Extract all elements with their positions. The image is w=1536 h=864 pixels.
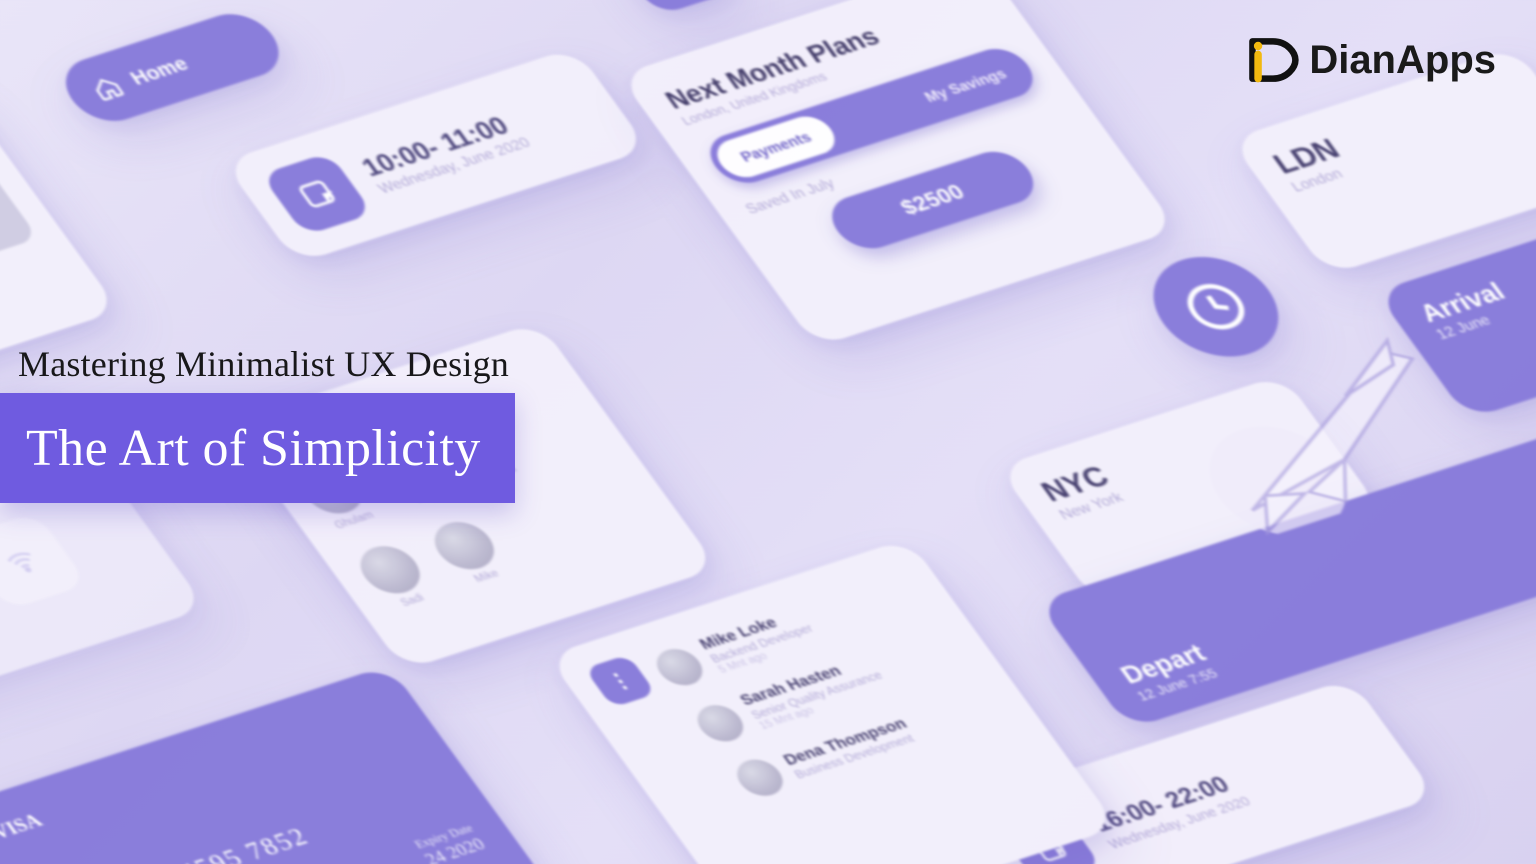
brand-name: DianApps bbox=[1309, 38, 1496, 83]
logo-mark-icon bbox=[1245, 32, 1301, 88]
brand-logo: DianApps bbox=[1245, 32, 1496, 88]
headline-kicker: Mastering Minimalist UX Design bbox=[18, 343, 509, 385]
headline-main: The Art of Simplicity bbox=[0, 393, 515, 503]
